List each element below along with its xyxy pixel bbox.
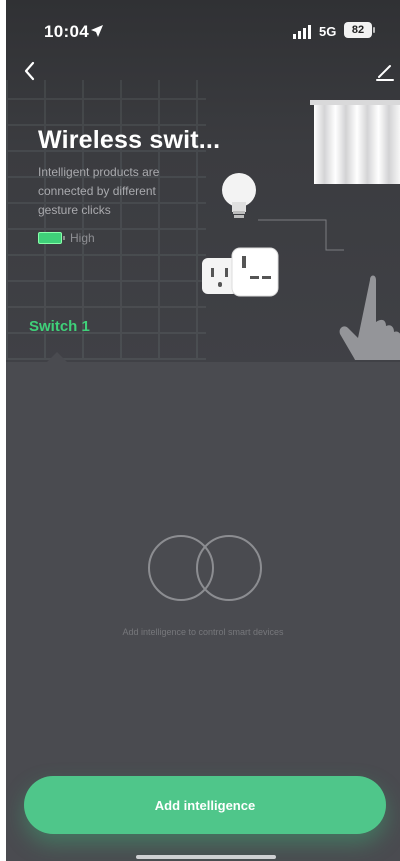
intelligence-panel: Add intelligence to control smart device… — [6, 362, 400, 861]
device-title: Wireless swit... — [38, 126, 221, 154]
signal-bars-icon — [293, 25, 311, 39]
device-hero: 10:04 5G 82 Wireless swit... Intelligent… — [6, 0, 400, 370]
active-tab-pointer — [47, 352, 67, 362]
network-type: 5G — [319, 24, 337, 39]
light-bulb-icon — [222, 173, 256, 218]
home-indicator — [136, 855, 276, 859]
battery-cap — [373, 27, 375, 33]
add-intelligence-button[interactable]: Add intelligence — [24, 776, 386, 834]
status-bar: 10:04 5G 82 — [6, 0, 400, 60]
battery-level-icon — [38, 232, 65, 244]
hand-gesture-icon — [339, 275, 400, 360]
smart-plug-icon — [202, 247, 279, 297]
battery-level-label: High — [70, 231, 95, 245]
empty-state-message: Add intelligence to control smart device… — [122, 627, 284, 637]
status-time: 10:04 — [44, 22, 89, 41]
curtain-icon — [310, 100, 400, 184]
back-chevron-icon[interactable] — [18, 58, 42, 84]
intersecting-rings-icon — [148, 535, 262, 601]
battery-indicator: 82 — [344, 22, 372, 38]
tab-switch-1[interactable]: Switch 1 — [29, 318, 90, 335]
edit-pencil-icon[interactable] — [374, 60, 396, 82]
device-description: Intelligent products are connected by di… — [38, 165, 160, 217]
location-arrow-icon — [91, 25, 103, 37]
app-screen: 10:04 5G 82 Wireless swit... Intelligent… — [6, 0, 400, 861]
